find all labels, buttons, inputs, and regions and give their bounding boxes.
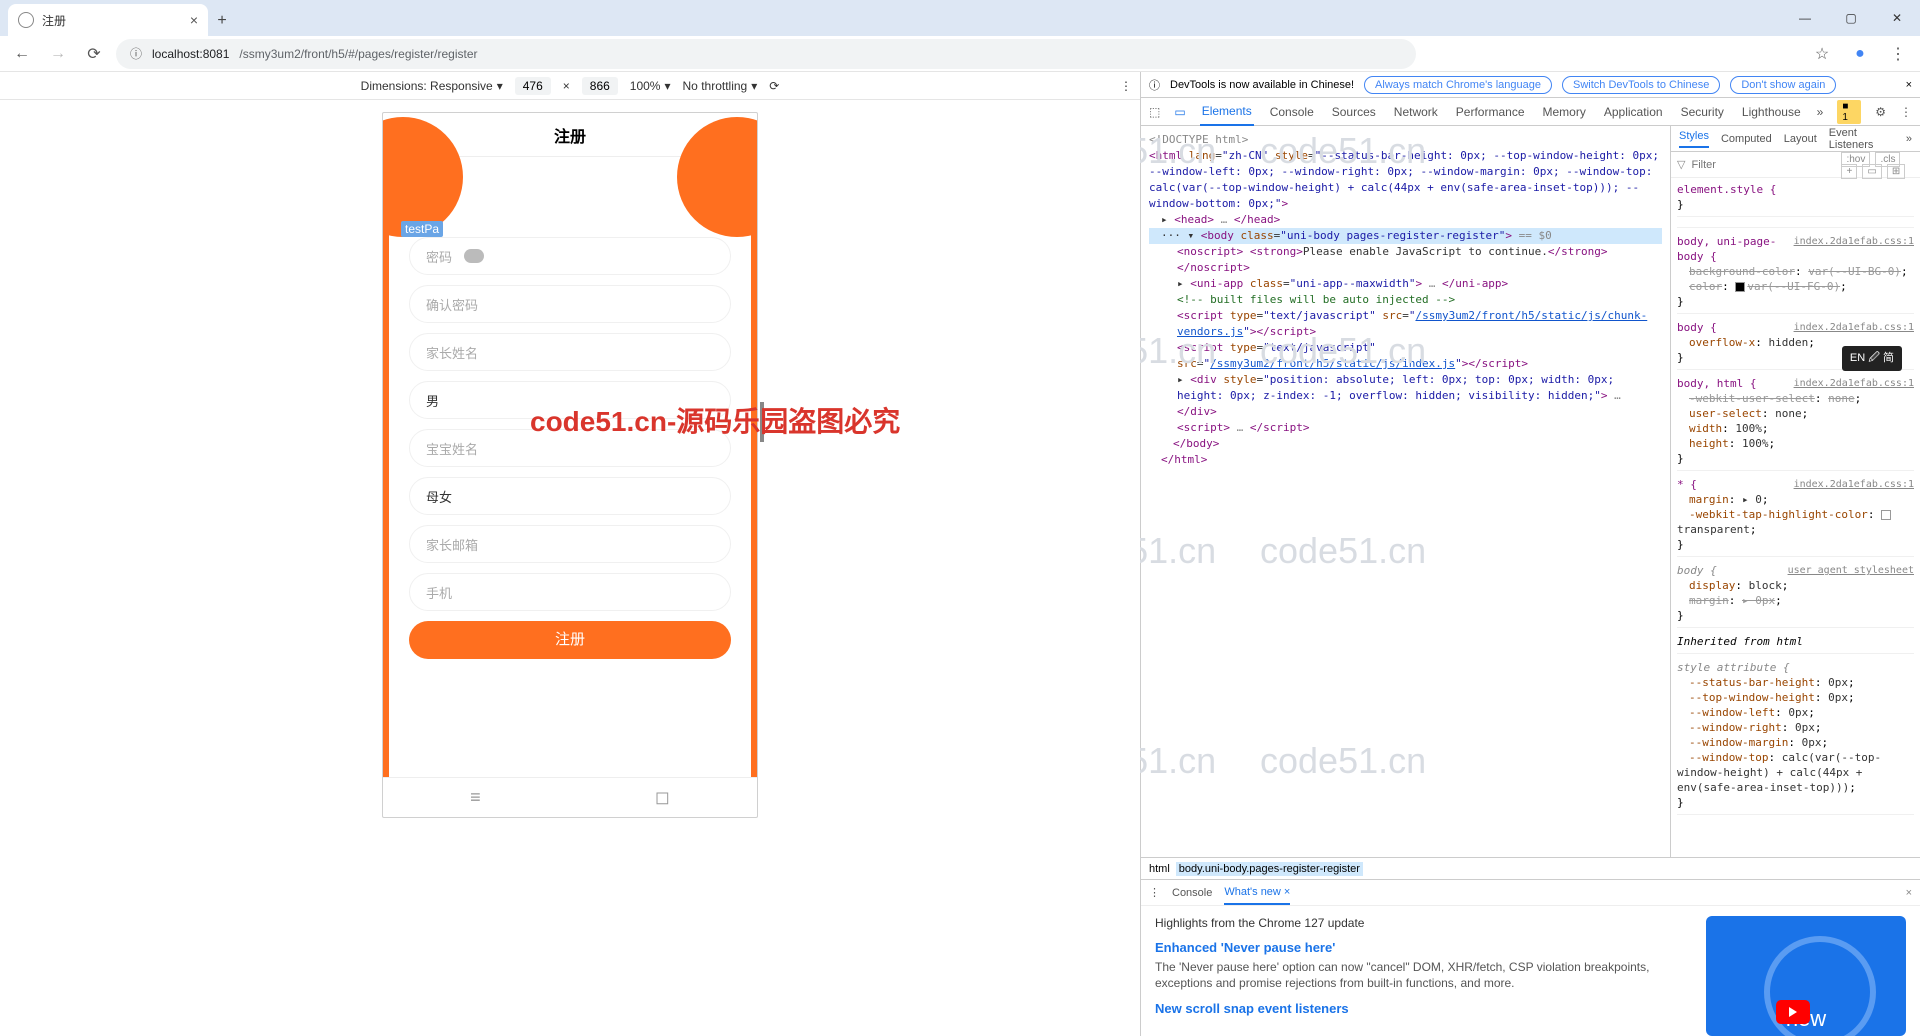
zoom-dropdown[interactable]: 100% ▾: [630, 79, 671, 93]
always-match-lang-button[interactable]: Always match Chrome's language: [1364, 76, 1552, 94]
hamburger-icon[interactable]: ≡: [470, 787, 481, 808]
eye-toggle-icon[interactable]: [464, 249, 484, 263]
decor-side: [383, 157, 389, 777]
browser-tab[interactable]: 注册 ×: [8, 4, 208, 36]
tabs-overflow-icon[interactable]: »: [1906, 133, 1912, 145]
devtools-tabs: ⬚ ▭ Elements Console Sources Network Per…: [1141, 98, 1920, 126]
devtools-more-icon[interactable]: ⋮: [1120, 79, 1132, 93]
resize-handle[interactable]: [760, 402, 764, 442]
tab-memory[interactable]: Memory: [1541, 99, 1588, 125]
url-host: localhost:8081: [152, 47, 229, 61]
decor-side: [751, 157, 757, 777]
device-toolbar: Dimensions: Responsive ▾ × 100% ▾ No thr…: [0, 72, 1140, 100]
bookmark-icon[interactable]: ☆: [1808, 40, 1836, 68]
confirm-password-field[interactable]: 确认密码: [409, 285, 731, 323]
relation-select[interactable]: 母女: [409, 477, 731, 515]
throttle-dropdown[interactable]: No throttling ▾: [683, 79, 758, 93]
tab-title: 注册: [42, 12, 66, 29]
tab-console[interactable]: Console: [1268, 99, 1316, 125]
globe-icon: [18, 12, 34, 28]
tab-event-listeners[interactable]: Event Listeners: [1829, 127, 1894, 151]
password-field[interactable]: 密码: [409, 237, 731, 275]
window-minimize[interactable]: —: [1782, 0, 1828, 36]
baby-name-field[interactable]: 宝宝姓名: [409, 429, 731, 467]
tab-application[interactable]: Application: [1602, 99, 1665, 125]
tab-computed[interactable]: Computed: [1721, 133, 1772, 145]
url-path: /ssmy3um2/front/h5/#/pages/register/regi…: [239, 47, 477, 61]
filter-funnel-icon[interactable]: ▽: [1677, 158, 1685, 171]
dont-show-button[interactable]: Don't show again: [1730, 76, 1836, 94]
register-button[interactable]: 注册: [409, 621, 731, 659]
mobile-preview: 〈 注册 testPa 密码 确认密码 家长姓名 男 宝宝姓名: [382, 112, 758, 818]
dom-breadcrumb[interactable]: html body.uni-body.pages-register-regist…: [1141, 857, 1920, 879]
forward-button[interactable]: →: [44, 40, 72, 68]
parent-name-field[interactable]: 家长姓名: [409, 333, 731, 371]
window-close[interactable]: ✕: [1874, 0, 1920, 36]
tab-layout[interactable]: Layout: [1784, 133, 1817, 145]
box-model-icon[interactable]: ▭: [1862, 164, 1881, 179]
tabs-overflow-icon[interactable]: »: [1817, 105, 1824, 119]
tab-styles[interactable]: Styles: [1679, 130, 1709, 148]
devtools-panel: ⓘ DevTools is now available in Chinese! …: [1140, 72, 1920, 1036]
drawer-menu-icon[interactable]: ⋮: [1149, 886, 1160, 899]
browser-titlebar: 注册 × + — ▢ ✕: [0, 0, 1920, 36]
drawer-tab-whatsnew[interactable]: What's new ×: [1224, 881, 1290, 905]
page-title: 注册: [554, 123, 586, 147]
x-label: ×: [563, 79, 570, 93]
phone-bottom-nav: ≡ ◻: [383, 777, 757, 817]
tab-lighthouse[interactable]: Lighthouse: [1740, 99, 1803, 125]
window-maximize[interactable]: ▢: [1828, 0, 1874, 36]
width-input[interactable]: [515, 77, 551, 95]
add-rule-icon[interactable]: +: [1841, 164, 1857, 179]
kebab-icon[interactable]: ⋮: [1900, 105, 1912, 119]
switch-lang-button[interactable]: Switch DevTools to Chinese: [1562, 76, 1720, 94]
square-icon[interactable]: ◻: [655, 787, 670, 808]
inspect-icon[interactable]: ⬚: [1149, 105, 1160, 119]
tab-security[interactable]: Security: [1679, 99, 1726, 125]
flex-icon[interactable]: ⊞: [1887, 164, 1905, 179]
back-button[interactable]: ←: [8, 40, 36, 68]
email-field[interactable]: 家长邮箱: [409, 525, 731, 563]
close-drawer-icon[interactable]: ×: [1906, 887, 1912, 899]
info-icon[interactable]: ⓘ: [130, 45, 142, 62]
element-highlight-label: testPa: [401, 221, 443, 237]
tab-performance[interactable]: Performance: [1454, 99, 1527, 125]
close-infobar-icon[interactable]: ×: [1906, 79, 1912, 91]
settings-icon[interactable]: ⚙: [1875, 105, 1886, 119]
tab-elements[interactable]: Elements: [1200, 98, 1254, 126]
dimensions-dropdown[interactable]: Dimensions: Responsive ▾: [361, 79, 503, 93]
crumb-html[interactable]: html: [1149, 863, 1170, 875]
browser-address-bar: ← → ⟳ ⓘ localhost:8081/ssmy3um2/front/h5…: [0, 36, 1920, 72]
devtools-drawer: ⋮ Console What's new × × new Highlights …: [1141, 879, 1920, 1036]
drawer-tab-console[interactable]: Console: [1172, 887, 1212, 899]
close-tab-icon[interactable]: ×: [190, 12, 198, 28]
new-tab-button[interactable]: +: [208, 12, 236, 36]
phone-field[interactable]: 手机: [409, 573, 731, 611]
styles-panel: Styles Computed Layout Event Listeners »…: [1670, 126, 1920, 857]
reload-button[interactable]: ⟳: [80, 40, 108, 68]
height-input[interactable]: [582, 77, 618, 95]
play-icon: [1776, 1000, 1810, 1024]
kebab-menu-icon[interactable]: ⋮: [1884, 40, 1912, 68]
device-icon[interactable]: ▭: [1174, 105, 1185, 119]
dom-tree[interactable]: <!DOCTYPE html> <html lang="zh-CN" style…: [1141, 126, 1670, 857]
info-icon: ⓘ: [1149, 77, 1160, 93]
rotate-icon[interactable]: ⟳: [769, 79, 779, 93]
promo-video[interactable]: new: [1706, 916, 1906, 1036]
lang-tooltip: EN 🖉 简: [1842, 346, 1902, 371]
css-rules[interactable]: element.style {} </span><span class="sel…: [1671, 178, 1920, 857]
filter-input[interactable]: [1691, 159, 1833, 171]
issues-badge[interactable]: ■ 1: [1837, 100, 1861, 124]
gender-select[interactable]: 男: [409, 381, 731, 419]
tab-network[interactable]: Network: [1392, 99, 1440, 125]
url-field[interactable]: ⓘ localhost:8081/ssmy3um2/front/h5/#/pag…: [116, 39, 1416, 69]
crumb-body[interactable]: body.uni-body.pages-register-register: [1176, 862, 1363, 876]
tab-sources[interactable]: Sources: [1330, 99, 1378, 125]
profile-icon[interactable]: ●: [1846, 40, 1874, 68]
devtools-info-text: DevTools is now available in Chinese!: [1170, 79, 1354, 91]
